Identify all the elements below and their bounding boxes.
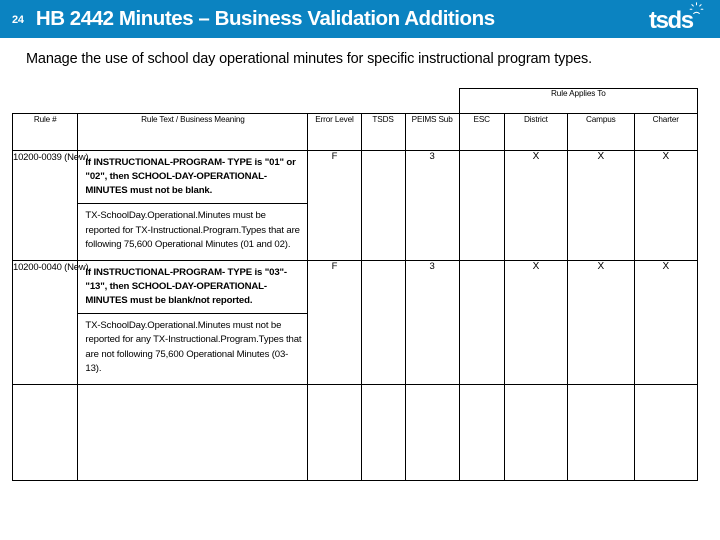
cell-tsds xyxy=(360,259,406,385)
tsds-logo: tsds xyxy=(649,2,711,36)
filler-cell-esc xyxy=(458,383,505,481)
table-row: 10200-0039 (New) If INSTRUCTIONAL-PROGRA… xyxy=(11,150,699,261)
slide-number: 24 xyxy=(12,14,24,26)
filler-cell-rule-text xyxy=(77,383,309,481)
column-header-charter: Charter xyxy=(633,113,699,151)
cell-rule-text: If INSTRUCTIONAL-PROGRAM- TYPE is "03"-"… xyxy=(77,259,309,385)
table-group-header-row: Rule Applies To xyxy=(13,88,699,114)
cell-esc xyxy=(458,150,505,261)
cell-error-level: F xyxy=(307,150,362,261)
column-header-peims-sub: PEIMS Sub xyxy=(404,113,460,151)
table-header-row: Rule # Rule Text / Business Meaning Erro… xyxy=(11,113,699,151)
sunburst-icon xyxy=(689,2,704,15)
filler-cell-rule-number xyxy=(11,383,79,481)
column-header-tsds: TSDS xyxy=(360,113,406,151)
slide-header-bar: 24 HB 2442 Minutes – Business Validation… xyxy=(0,0,720,38)
group-header-rule-applies-to: Rule Applies To xyxy=(458,88,699,114)
table-row: 10200-0040 (New) If INSTRUCTIONAL-PROGRA… xyxy=(11,259,699,385)
cell-error-level: F xyxy=(307,259,362,385)
filler-cell-campus xyxy=(567,383,635,481)
slide-subtitle: Manage the use of school day operational… xyxy=(26,51,593,67)
column-header-rule-number: Rule # xyxy=(11,113,79,151)
filler-cell-charter xyxy=(633,383,699,481)
cell-district: X xyxy=(503,259,569,385)
column-header-error-level: Error Level xyxy=(307,113,362,151)
rule-text-statement: If INSTRUCTIONAL-PROGRAM- TYPE is "03"-"… xyxy=(78,261,308,314)
rule-text-statement: If INSTRUCTIONAL-PROGRAM- TYPE is "01" o… xyxy=(78,151,308,204)
slide-canvas: 24 HB 2442 Minutes – Business Validation… xyxy=(0,0,720,540)
tsds-logo-text: tsds xyxy=(649,7,694,34)
cell-charter: X xyxy=(633,259,699,385)
column-header-rule-text: Rule Text / Business Meaning xyxy=(77,113,309,151)
filler-cell-error-level xyxy=(307,383,362,481)
cell-rule-number: 10200-0040 (New) xyxy=(11,259,89,385)
cell-tsds xyxy=(360,150,406,261)
column-header-campus: Campus xyxy=(567,113,635,151)
cell-rule-number: 10200-0039 (New) xyxy=(11,150,89,261)
cell-rule-text: If INSTRUCTIONAL-PROGRAM- TYPE is "01" o… xyxy=(77,150,309,261)
filler-cell-district xyxy=(503,383,569,481)
column-header-district: District xyxy=(503,113,569,151)
cell-esc xyxy=(458,259,505,385)
filler-cell-tsds xyxy=(360,383,406,481)
cell-charter: X xyxy=(633,150,699,261)
rule-business-meaning: TX-SchoolDay.Operational.Minutes must be… xyxy=(85,210,300,250)
rule-business-meaning: TX-SchoolDay.Operational.Minutes must no… xyxy=(85,319,302,375)
group-header-spacer xyxy=(13,89,460,114)
cell-campus: X xyxy=(567,150,635,261)
cell-peims-sub: 3 xyxy=(404,259,460,385)
cell-peims-sub: 3 xyxy=(404,150,460,261)
page-title: HB 2442 Minutes – Business Validation Ad… xyxy=(35,6,495,30)
cell-district: X xyxy=(503,150,569,261)
column-header-esc: ESC xyxy=(458,113,505,151)
cell-campus: X xyxy=(567,259,635,385)
business-rules-table: Rule Applies To Rule # Rule Text / Busin… xyxy=(11,88,699,481)
table-filler-row xyxy=(11,383,699,481)
filler-cell-peims-sub xyxy=(404,383,460,481)
